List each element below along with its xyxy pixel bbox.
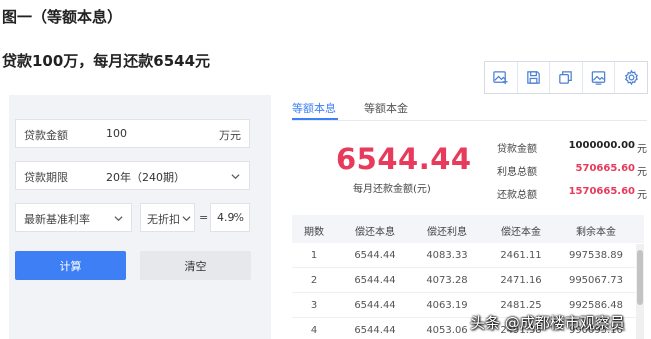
summary-unit: 元: [637, 190, 647, 201]
column-header: 偿还本金: [501, 227, 541, 238]
tab-divider: [292, 120, 647, 121]
image-icon[interactable]: [583, 62, 616, 93]
rate-input[interactable]: 4.9 %: [210, 203, 250, 232]
image-add-icon[interactable]: [485, 62, 518, 93]
summary-unit: 元: [637, 167, 647, 178]
loan-amount-value[interactable]: 100: [106, 127, 127, 140]
figure-title: 图一（等额本息）: [2, 8, 123, 26]
toolbar: [484, 61, 648, 94]
column-header: 偿还本息: [355, 227, 395, 238]
table-cell: 6544.44: [354, 300, 396, 311]
chevron-down-icon: [231, 171, 240, 180]
table-cell: 6544.44: [354, 275, 396, 286]
summary-value: 1000000.00: [568, 140, 635, 151]
calculate-button[interactable]: 计算: [15, 251, 126, 280]
discount-select[interactable]: 无折扣: [140, 203, 195, 232]
summary-loan-amount: 贷款金额 1000000.00 元: [497, 140, 647, 155]
column-header: 偿还利息: [427, 227, 467, 238]
table-cell: 6544.44: [354, 325, 396, 336]
table-cell: 4073.28: [426, 275, 468, 286]
summary-unit: 元: [637, 144, 647, 155]
table-cell: 3: [310, 300, 318, 311]
table-cell: 2: [310, 275, 318, 286]
summary-total-repayment: 还款总额 1570665.60 元: [497, 186, 647, 201]
chevron-down-icon: [182, 213, 191, 222]
discount-value: 无折扣: [147, 213, 180, 226]
loan-amount-unit: 万元: [219, 129, 241, 142]
tab-equal-principal[interactable]: 等额本金: [364, 100, 408, 116]
monthly-payment-label: 每月还款金额(元): [353, 184, 431, 195]
scrollbar-thumb[interactable]: [637, 250, 643, 305]
equals-sign: =: [199, 211, 209, 224]
summary-value: 570665.60: [575, 163, 635, 174]
table-cell: 2481.25: [500, 300, 542, 311]
summary-label: 还款总额: [497, 190, 537, 201]
chevron-down-icon: [114, 213, 123, 222]
rate-value[interactable]: 4.9: [217, 211, 235, 224]
summary-total-interest: 利息总额 570665.60 元: [497, 163, 647, 178]
table-cell: 1: [310, 250, 318, 261]
gear-icon[interactable]: [615, 62, 647, 93]
table-cell: 2461.11: [500, 250, 542, 261]
loan-input-panel: 贷款金额 100 万元 贷款期限 20年（240期） 最新基准利率 无折扣 = …: [9, 95, 271, 339]
rate-unit: %: [233, 211, 244, 224]
table-cell: 995067.73: [568, 275, 624, 286]
rate-type-select[interactable]: 最新基准利率: [15, 203, 132, 232]
table-row: 1 6544.44 4083.33 2461.11 997538.89: [292, 243, 644, 268]
loan-term-value: 20年（240期）: [106, 171, 185, 184]
table-cell: 6544.44: [354, 250, 396, 261]
save-icon[interactable]: [518, 62, 551, 93]
summary-label: 利息总额: [497, 167, 537, 178]
rate-type-value: 最新基准利率: [24, 213, 90, 226]
summary-label: 贷款金额: [497, 144, 537, 155]
loan-term-select[interactable]: 贷款期限 20年（240期）: [15, 161, 250, 190]
table-row: 2 6544.44 4073.28 2471.16 995067.73: [292, 268, 644, 293]
table-cell: 997538.89: [568, 250, 624, 261]
monthly-payment-amount: 6544.44: [336, 142, 472, 176]
table-cell: 2471.16: [500, 275, 542, 286]
table-header: 期数 偿还本息 偿还利息 偿还本金 剩余本金: [292, 215, 644, 243]
headline: 贷款100万，每月还款6544元: [2, 52, 211, 70]
copy-icon[interactable]: [550, 62, 583, 93]
table-cell: 992586.48: [568, 300, 624, 311]
clear-button[interactable]: 清空: [140, 251, 251, 280]
summary-value: 1570665.60: [568, 186, 635, 197]
loan-amount-field[interactable]: 贷款金额 100 万元: [15, 119, 250, 148]
column-header: 期数: [304, 227, 324, 238]
watermark: 头条 @成都楼市观察员: [470, 314, 625, 332]
table-cell: 4063.19: [426, 300, 468, 311]
table-cell: 4: [310, 325, 318, 336]
tab-equal-installment[interactable]: 等额本息: [292, 100, 336, 116]
loan-amount-label: 贷款金额: [24, 129, 68, 142]
loan-term-label: 贷款期限: [24, 171, 68, 184]
table-cell: 4083.33: [426, 250, 468, 261]
column-header: 剩余本金: [576, 227, 616, 238]
